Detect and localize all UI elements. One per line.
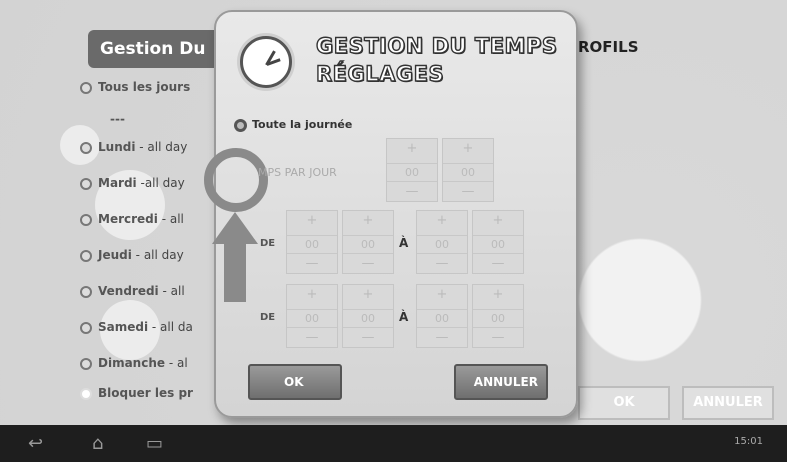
range1-from-minutes-stepper[interactable]: +00— [342,210,394,274]
day-item-lundi[interactable]: Lundi - all day [80,140,220,160]
arrow-shaft [224,242,246,302]
range2-from-label: DE [260,312,276,323]
option-all-day[interactable]: Toute la journée [234,118,352,132]
range2-from-minutes-stepper[interactable]: +00— [342,284,394,348]
radio-icon [80,81,92,94]
option-time-per-day[interactable]: MPS PAR JOUR [258,166,337,179]
time-management-dialog: GESTION DU TEMPS RÉGLAGES Toute la journ… [204,10,578,418]
dash-separator: --- [110,112,125,126]
range1-from-label: DE [260,238,276,249]
range2-from-hours-stepper[interactable]: +00— [286,284,338,348]
arrow-up-icon [212,212,258,244]
time-per-day-minutes-stepper[interactable]: +00— [442,138,494,202]
day-item-tous-les-jours[interactable]: Tous les jours [80,80,220,100]
day-item-vendredi[interactable]: Vendredi - all [80,284,220,304]
range2-to-hours-stepper[interactable]: +00— [416,284,468,348]
radio-icon [80,213,92,226]
block-profiles-option[interactable]: Bloquer les pr [80,386,220,406]
radio-icon [80,249,92,262]
profiles-title: ROFILS [578,38,639,56]
dialog-title-line2: RÉGLAGES [315,61,445,86]
highlight-circle-icon [204,148,268,212]
system-nav-bar: ↩ ⌂ ▭ 15:01 [0,425,787,462]
radio-icon [80,387,92,400]
range1-to-hours-stepper[interactable]: +00— [416,210,468,274]
radio-icon [80,141,92,154]
day-item-samedi[interactable]: Samedi - all da [80,320,220,340]
radio-icon [80,357,92,370]
day-item-mercredi[interactable]: Mercredi - all [80,212,220,232]
radio-icon [80,285,92,298]
range1-from-hours-stepper[interactable]: +00— [286,210,338,274]
range1-to-label: À [399,236,409,250]
day-item-dimanche[interactable]: Dimanche - al [80,356,220,376]
day-item-jeudi[interactable]: Jeudi - all day [80,248,220,268]
ok-button[interactable]: OK [248,364,342,400]
day-item-mardi[interactable]: Mardi -all day [80,176,220,196]
range2-to-label: À [399,310,409,324]
background-title: Gestion Du [88,30,228,68]
radio-selected-icon [234,118,247,132]
radio-icon [80,177,92,190]
back-icon[interactable]: ↩ [28,433,43,454]
cancel-button[interactable]: ANNULER [454,364,548,400]
dialog-title-line1: GESTION DU TEMPS [315,33,558,58]
time-per-day-hours-stepper[interactable]: +00— [386,138,438,202]
radio-icon [80,321,92,334]
background-ok-button[interactable]: OK [578,386,670,420]
recent-apps-icon[interactable]: ▭ [146,433,163,454]
clock-time: 15:01 [734,436,763,447]
home-icon[interactable]: ⌂ [92,433,103,454]
range2-to-minutes-stepper[interactable]: +00— [472,284,524,348]
background-cancel-button[interactable]: ANNULER [682,386,774,420]
dialog-title: GESTION DU TEMPS RÉGLAGES [315,32,558,88]
range1-to-minutes-stepper[interactable]: +00— [472,210,524,274]
clock-icon [240,36,292,88]
